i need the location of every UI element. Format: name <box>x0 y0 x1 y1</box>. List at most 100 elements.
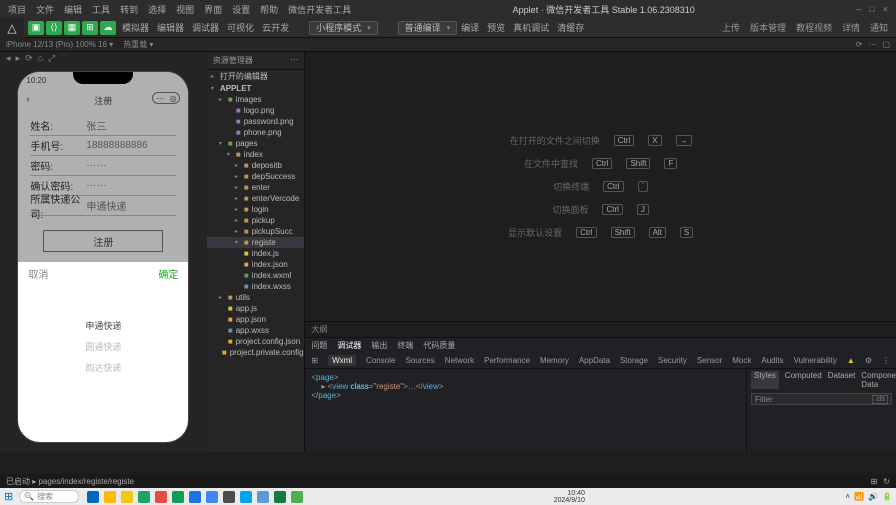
collapse-icon[interactable]: ▢ <box>882 40 890 49</box>
devtool-tab[interactable]: Audits <box>761 356 783 365</box>
menu-转到[interactable]: 转到 <box>120 3 138 16</box>
debugger-toggle-button[interactable]: ▦ <box>64 21 80 35</box>
compile-select[interactable]: 普通编译▾ <box>398 21 458 35</box>
menu-项目[interactable]: 项目 <box>8 3 26 16</box>
file-node[interactable]: ▾■index <box>207 149 305 160</box>
mode-select[interactable]: 小程序模式▾ <box>309 21 378 35</box>
taskbar-app-icon[interactable] <box>138 491 150 503</box>
right-详情[interactable]: 详情 <box>842 21 860 34</box>
devtool-tab[interactable]: Mock <box>732 356 751 365</box>
file-node[interactable]: ■index.js <box>207 248 305 259</box>
taskbar-app-icon[interactable] <box>206 491 218 503</box>
simtool-icon[interactable]: ⌂ <box>38 53 43 63</box>
form-row[interactable]: 密码:······ <box>30 156 176 176</box>
file-node[interactable]: ▾■pages <box>207 138 305 149</box>
styles-tab[interactable]: Dataset <box>828 371 856 389</box>
devtools-warn-icon[interactable]: ▲ <box>847 356 855 365</box>
picker-option[interactable]: 圆通快递 <box>18 336 188 357</box>
file-node[interactable]: ▸■enterVercode <box>207 193 305 204</box>
more-icon[interactable]: ⋯ <box>868 40 876 49</box>
file-node[interactable]: ■logo.png <box>207 105 305 116</box>
menu-帮助[interactable]: 帮助 <box>260 3 278 16</box>
device-select[interactable]: iPhone 12/13 (Pro) 100% 16 ▾ <box>0 40 113 49</box>
devtool-tab[interactable]: Performance <box>484 356 530 365</box>
explorer-more-icon[interactable]: ⋯ <box>290 55 298 66</box>
file-node[interactable]: ▸■utils <box>207 292 305 303</box>
visual-toggle-button[interactable]: ⊞ <box>82 21 98 35</box>
taskbar-app-icon[interactable] <box>172 491 184 503</box>
devtab[interactable]: 终端 <box>397 340 413 351</box>
file-node[interactable]: ▸■images <box>207 94 305 105</box>
simtool-icon[interactable]: ▸ <box>16 53 21 64</box>
devtool-tab[interactable]: Sources <box>405 356 434 365</box>
styles-filter-input[interactable]: Filter.cls <box>751 393 892 405</box>
editor-toggle-button[interactable]: ⟨⟩ <box>46 21 62 35</box>
simtool-icon[interactable]: ◂ <box>6 53 11 64</box>
devtab[interactable]: 代码质量 <box>423 340 455 351</box>
file-node[interactable]: ■password.png <box>207 116 305 127</box>
picker-cancel-button[interactable]: 取消 <box>28 266 48 281</box>
file-node[interactable]: ■phone.png <box>207 127 305 138</box>
picker-option[interactable]: 申通快递 <box>18 315 188 336</box>
open-editors-section[interactable]: ▸打开的编辑器 <box>207 70 305 83</box>
menu-编辑[interactable]: 编辑 <box>64 3 82 16</box>
form-row[interactable]: 所属快递公司:申通快递 <box>30 196 176 216</box>
devtab[interactable]: 调试器 <box>337 340 361 351</box>
action-预览[interactable]: 预览 <box>487 21 505 34</box>
right-上传[interactable]: 上传 <box>722 21 740 34</box>
file-node[interactable]: ■index.json <box>207 259 305 270</box>
devtool-tab[interactable]: Memory <box>540 356 569 365</box>
winbtn[interactable]: – <box>856 4 861 14</box>
outline-section[interactable]: 大纲 <box>311 324 327 335</box>
taskbar-app-icon[interactable] <box>291 491 303 503</box>
file-node[interactable]: ■index.wxss <box>207 281 305 292</box>
devtool-tab[interactable]: Wxml <box>328 355 356 366</box>
simtool-icon[interactable]: ⤢ <box>48 53 55 64</box>
menu-视图[interactable]: 视图 <box>176 3 194 16</box>
status-icon[interactable]: ⊞ <box>871 477 878 486</box>
file-node[interactable]: ▸■login <box>207 204 305 215</box>
project-root[interactable]: ▾APPLET <box>207 83 305 94</box>
taskbar-app-icon[interactable] <box>87 491 99 503</box>
picker-confirm-button[interactable]: 确定 <box>158 266 178 281</box>
file-node[interactable]: ▸■depSuccess <box>207 171 305 182</box>
action-清缓存[interactable]: 清缓存 <box>557 21 584 34</box>
tray-wifi-icon[interactable]: 📶 <box>854 492 864 501</box>
menu-选择[interactable]: 选择 <box>148 3 166 16</box>
taskbar-clock[interactable]: 10:402024/9/10 <box>554 490 589 504</box>
taskbar-search-input[interactable]: 🔍搜索 <box>19 490 79 503</box>
menu-工具[interactable]: 工具 <box>92 3 110 16</box>
taskbar-app-icon[interactable] <box>155 491 167 503</box>
devtab[interactable]: 输出 <box>371 340 387 351</box>
tray-battery-icon[interactable]: 🔋 <box>882 492 892 501</box>
action-编译[interactable]: 编译 <box>461 21 479 34</box>
devtool-tab[interactable]: Storage <box>620 356 648 365</box>
form-row[interactable]: 姓名:张三 <box>30 116 176 136</box>
capsule-button[interactable]: ⋯◎ <box>152 92 180 104</box>
styles-tab[interactable]: Styles <box>751 371 779 389</box>
menu-界面[interactable]: 界面 <box>204 3 222 16</box>
devtool-tab[interactable]: Console <box>366 356 395 365</box>
taskbar-app-icon[interactable] <box>257 491 269 503</box>
devtool-tab[interactable]: Network <box>445 356 474 365</box>
styles-tab[interactable]: Computed <box>785 371 822 389</box>
devtools-settings-icon[interactable]: ⚙ <box>865 356 872 365</box>
hotreload-select[interactable]: 热重载 ▾ <box>123 39 153 50</box>
file-node[interactable]: ▾■registe <box>207 237 305 248</box>
register-button[interactable]: 注册 <box>43 230 163 252</box>
taskbar-app-icon[interactable] <box>189 491 201 503</box>
styles-tab[interactable]: Component Data <box>861 371 896 389</box>
file-node[interactable]: ■project.config.json <box>207 336 305 347</box>
taskbar-app-icon[interactable] <box>104 491 116 503</box>
back-icon[interactable]: ‹ <box>26 94 29 105</box>
start-icon[interactable]: ⊞ <box>4 490 13 503</box>
menu-文件[interactable]: 文件 <box>36 3 54 16</box>
cloud-toggle-button[interactable]: ☁ <box>100 21 116 35</box>
file-node[interactable]: ■project.private.config.js... <box>207 347 305 358</box>
devtool-tab[interactable]: ⊞ <box>311 356 318 365</box>
action-真机调试[interactable]: 真机调试 <box>513 21 549 34</box>
file-node[interactable]: ▸■depositb <box>207 160 305 171</box>
wxml-tree[interactable]: <page> ▸ <view class="registe">…</view> … <box>305 369 746 452</box>
rotate-icon[interactable]: ⟳ <box>856 40 863 49</box>
picker-option[interactable]: 韵达快递 <box>18 357 188 378</box>
